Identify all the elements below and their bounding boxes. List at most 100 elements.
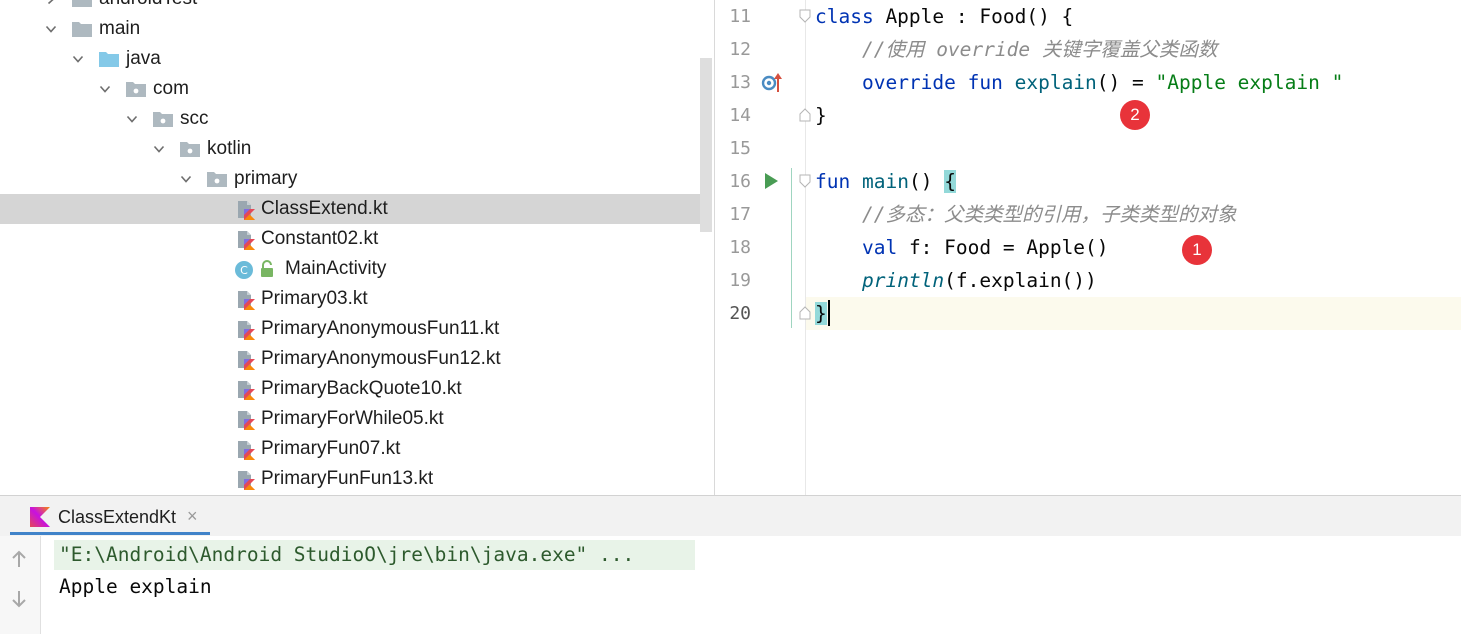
kotlin-file-icon — [236, 289, 256, 310]
run-tab-bar: ClassExtendKt × — [0, 496, 1461, 536]
tree-item[interactable]: PrimaryFunFun13.kt — [0, 464, 714, 494]
tree-item[interactable]: kotlin — [0, 134, 714, 164]
kotlin-file-icon — [236, 199, 256, 220]
tree-item[interactable]: ClassExtend.kt — [0, 194, 700, 224]
tree-item[interactable]: primary — [0, 164, 714, 194]
run-panel[interactable]: ClassExtendKt × "E:\Android\Android Stud… — [0, 495, 1461, 634]
code-token: class — [815, 5, 874, 28]
chevron-down-icon[interactable] — [72, 53, 84, 65]
line-number: 16 — [729, 171, 751, 192]
tree-scrollbar[interactable] — [700, 58, 712, 232]
line-number: 12 — [729, 39, 751, 60]
chevron-down-icon[interactable] — [99, 83, 111, 95]
chevron-down-icon[interactable] — [45, 23, 57, 35]
tree-item-label: Constant02.kt — [261, 228, 379, 249]
arrow-up-icon[interactable] — [11, 550, 27, 568]
code-line[interactable]: class Apple : Food() { — [815, 6, 1073, 28]
code-token: "Apple explain " — [1155, 71, 1344, 94]
tree-item[interactable]: scc — [0, 104, 714, 134]
code-token: () — [908, 170, 945, 193]
kotlin-file-icon — [236, 229, 256, 250]
line-number: 20 — [729, 303, 751, 324]
tree-item-label: kotlin — [207, 138, 252, 159]
tree-item[interactable]: java — [0, 44, 714, 74]
code-line[interactable]: val f: Food = Apple() — [815, 237, 1109, 259]
close-icon[interactable]: × — [187, 506, 198, 527]
console-output[interactable]: Apple explain — [59, 576, 212, 598]
code-line[interactable]: fun main() { — [815, 170, 956, 193]
tree-item-label: PrimaryForWhile05.kt — [261, 408, 444, 429]
annotation-badge-2: 2 — [1120, 100, 1150, 130]
tree-item[interactable]: PrimaryAnonymousFun12.kt — [0, 344, 714, 374]
run-toolbar — [0, 536, 41, 634]
svg-text:C: C — [240, 264, 248, 277]
line-number: 11 — [729, 6, 751, 27]
line-number: 19 — [729, 270, 751, 291]
kotlin-file-icon — [236, 439, 256, 460]
run-icon[interactable] — [763, 172, 779, 190]
line-number: 18 — [729, 237, 751, 258]
console-command[interactable]: "E:\Android\Android StudioO\jre\bin\java… — [59, 544, 634, 566]
code-token: { — [944, 170, 956, 193]
chevron-down-icon[interactable] — [153, 143, 165, 155]
code-line[interactable]: } — [815, 105, 827, 127]
code-token: val — [861, 236, 898, 259]
code-token: } — [815, 104, 827, 127]
code-token: //使用 override 关键字覆盖父类函数 — [861, 38, 1218, 61]
tree-item[interactable]: PrimaryForWhile05.kt — [0, 404, 714, 434]
fold-end-icon[interactable] — [799, 306, 811, 320]
active-tab-indicator — [10, 532, 210, 535]
code-editor[interactable]: 11 12 13 14 15 16 17 18 19 20 class Apple : Food(… — [715, 0, 1461, 495]
code-line[interactable]: //多态：父类类型的引用，子类类型的对象 — [815, 204, 1236, 226]
code-token: f: Food = Apple() — [897, 236, 1109, 259]
fold-start-icon[interactable] — [799, 9, 811, 23]
folder-icon — [99, 51, 119, 67]
tree-item[interactable]: androidTest — [0, 0, 714, 14]
tree-item[interactable]: C MainActivity — [0, 254, 714, 284]
tree-item-label: ClassExtend.kt — [261, 198, 388, 219]
kotlin-file-icon — [236, 349, 256, 370]
tree-item[interactable]: PrimaryBackQuote10.kt — [0, 374, 714, 404]
tree-item-label: PrimaryAnonymousFun12.kt — [261, 348, 501, 369]
tree-item-label: PrimaryAnonymousFun11.kt — [261, 318, 500, 339]
arrow-down-icon[interactable] — [11, 590, 27, 608]
package-icon — [207, 171, 227, 187]
code-token: (f.explain()) — [944, 269, 1097, 292]
kotlin-file-icon — [236, 409, 256, 430]
scope-indicator — [791, 168, 792, 328]
chevron-down-icon[interactable] — [126, 113, 138, 125]
kotlin-file-icon — [236, 469, 256, 490]
annotation-badge-1: 1 — [1182, 235, 1212, 265]
tree-item-label: java — [126, 48, 161, 69]
tree-item[interactable]: main — [0, 14, 714, 44]
project-tree[interactable]: androidTest main java com scc kotlin primary Cl… — [0, 0, 714, 495]
tree-item[interactable]: PrimaryAnonymousFun11.kt — [0, 314, 714, 344]
chevron-right-icon[interactable] — [45, 0, 57, 5]
fold-start-icon[interactable] — [799, 174, 811, 188]
line-number: 17 — [729, 204, 751, 225]
tree-item-label: primary — [234, 168, 298, 189]
tree-item-label: MainActivity — [285, 258, 387, 279]
code-token: Apple : Food() { — [873, 5, 1074, 28]
chevron-down-icon[interactable] — [180, 173, 192, 185]
code-line[interactable]: override fun explain() = "Apple explain … — [815, 72, 1343, 94]
code-line[interactable]: //使用 override 关键字覆盖父类函数 — [815, 39, 1217, 61]
tree-item[interactable]: com — [0, 74, 714, 104]
code-line[interactable]: } — [815, 302, 827, 325]
fold-end-icon[interactable] — [799, 108, 811, 122]
override-marker-icon[interactable] — [761, 72, 783, 94]
code-line[interactable]: println(f.explain()) — [815, 270, 1097, 292]
class-icon: C — [234, 259, 273, 280]
tree-item[interactable]: Constant02.kt — [0, 224, 714, 254]
tree-item-label: main — [99, 18, 141, 39]
code-token: fun — [815, 170, 851, 193]
tree-item-label: PrimaryFunFun13.kt — [261, 468, 434, 489]
package-icon — [126, 81, 146, 97]
tree-item[interactable]: Primary03.kt — [0, 284, 714, 314]
package-icon — [180, 141, 200, 157]
run-tab-classextendkt[interactable]: ClassExtendKt × — [14, 496, 210, 536]
tree-item[interactable]: PrimaryFun07.kt — [0, 434, 714, 464]
